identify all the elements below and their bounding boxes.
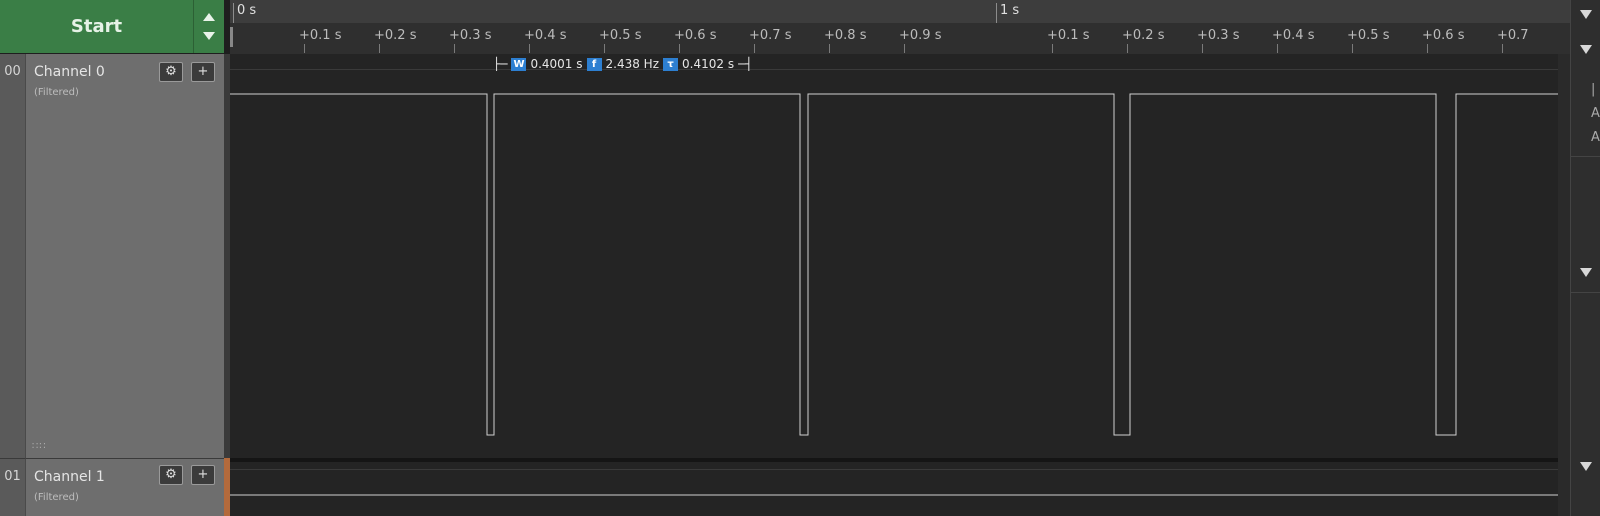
period-badge: τ — [663, 57, 679, 71]
tick-label: +0.3 s — [449, 28, 492, 43]
sidebar-text-0: | — [1591, 82, 1596, 97]
minor-tick — [379, 44, 380, 53]
tick-label: +0.7 s — [749, 28, 792, 43]
drag-handle-icon[interactable]: ∷∷ — [32, 441, 47, 452]
plot-scrollbar[interactable] — [1558, 54, 1570, 516]
timeline-minor-ruler[interactable]: +0.1 s +0.2 s +0.3 s +0.4 s +0.5 s +0.6 s +0.7… — [230, 23, 1570, 55]
tick-label: +0.3 s — [1197, 28, 1240, 43]
frequency-badge: f — [586, 57, 602, 71]
channel-0-name: Channel 0 — [34, 64, 105, 80]
channel-1-panel[interactable]: Channel 1 (Filtered) ⚙ + — [26, 458, 224, 516]
minor-tick — [1502, 44, 1503, 53]
collapse-triangle-icon[interactable] — [1580, 268, 1592, 277]
tick-label: +0.4 s — [524, 28, 567, 43]
minor-tick — [1052, 44, 1053, 53]
channel-1-name: Channel 1 — [34, 469, 105, 485]
minor-tick — [1202, 44, 1203, 53]
measurement-bar: ├─ W 0.4001 s f 2.438 Hz τ 0.4102 s ─┤ — [493, 56, 753, 72]
arrow-down-icon[interactable] — [203, 32, 215, 40]
gear-icon: ⚙ — [165, 64, 177, 79]
channel-0-status: (Filtered) — [34, 87, 79, 98]
minor-tick — [529, 44, 530, 53]
ruler-left-marker — [230, 27, 233, 47]
major-tick — [233, 3, 234, 23]
tick-label: +0.7 — [1497, 28, 1529, 43]
arrow-right-icon: ─┤ — [738, 57, 753, 71]
tick-label: +0.1 s — [299, 28, 342, 43]
channel-1-status: (Filtered) — [34, 492, 79, 503]
minor-tick — [679, 44, 680, 53]
start-button[interactable]: Start — [0, 0, 194, 53]
arrow-up-icon[interactable] — [203, 13, 215, 21]
minor-tick — [1127, 44, 1128, 53]
tick-label: +0.5 s — [1347, 28, 1390, 43]
tick-label: +0.2 s — [374, 28, 417, 43]
minor-tick — [454, 44, 455, 53]
start-button-label: Start — [70, 16, 123, 37]
tick-label: +0.1 s — [1047, 28, 1090, 43]
width-value: 0.4001 s — [530, 57, 583, 71]
collapse-triangle-icon[interactable] — [1580, 10, 1592, 19]
minor-tick — [304, 44, 305, 53]
waveform-area[interactable] — [230, 54, 1570, 516]
frequency-value: 2.438 Hz — [605, 57, 660, 71]
tick-label: +0.6 s — [674, 28, 717, 43]
trigger-edge-icon: + — [197, 467, 209, 482]
channel-1-settings-button[interactable]: ⚙ — [159, 465, 183, 485]
channel-0-panel[interactable]: Channel 0 (Filtered) ⚙ + ∷∷ — [26, 54, 224, 458]
minor-tick — [1352, 44, 1353, 53]
period-value: 0.4102 s — [682, 57, 735, 71]
sidebar-text-2: A — [1591, 130, 1600, 145]
minor-tick — [754, 44, 755, 53]
tick-label: +0.5 s — [599, 28, 642, 43]
timeline-major-ruler[interactable]: 0 s 1 s — [230, 0, 1570, 24]
channel-0-trigger-button[interactable]: + — [191, 62, 215, 82]
major-label-1: 1 s — [1000, 3, 1020, 18]
gear-icon: ⚙ — [165, 467, 177, 482]
channel-0-settings-button[interactable]: ⚙ — [159, 62, 183, 82]
tick-label: +0.6 s — [1422, 28, 1465, 43]
major-label-0: 0 s — [237, 3, 257, 18]
minor-tick — [904, 44, 905, 53]
channel-0-number: 00 — [0, 54, 26, 458]
sidebar-divider — [1571, 156, 1600, 157]
sidebar-divider — [1571, 292, 1600, 293]
tick-label: +0.2 s — [1122, 28, 1165, 43]
minor-tick — [829, 44, 830, 53]
arrow-left-icon: ├─ — [493, 57, 508, 71]
collapse-triangle-icon[interactable] — [1580, 462, 1592, 471]
minor-tick — [1277, 44, 1278, 53]
tick-label: +0.9 s — [899, 28, 942, 43]
right-sidebar: | A A — [1570, 0, 1600, 516]
minor-tick — [1427, 44, 1428, 53]
channel-0-waveform — [230, 93, 1570, 436]
start-options-stepper[interactable] — [193, 0, 224, 53]
channel-1-number: 01 — [0, 458, 26, 516]
filter-icon[interactable] — [1580, 45, 1592, 54]
waveform-svg — [230, 93, 1570, 496]
major-tick — [996, 3, 997, 23]
tick-label: +0.8 s — [824, 28, 867, 43]
minor-tick — [604, 44, 605, 53]
channel-1-trigger-button[interactable]: + — [191, 465, 215, 485]
width-badge: W — [511, 57, 527, 71]
tick-label: +0.4 s — [1272, 28, 1315, 43]
sidebar-text-1: A — [1591, 106, 1600, 121]
trigger-edge-icon: + — [197, 64, 209, 79]
